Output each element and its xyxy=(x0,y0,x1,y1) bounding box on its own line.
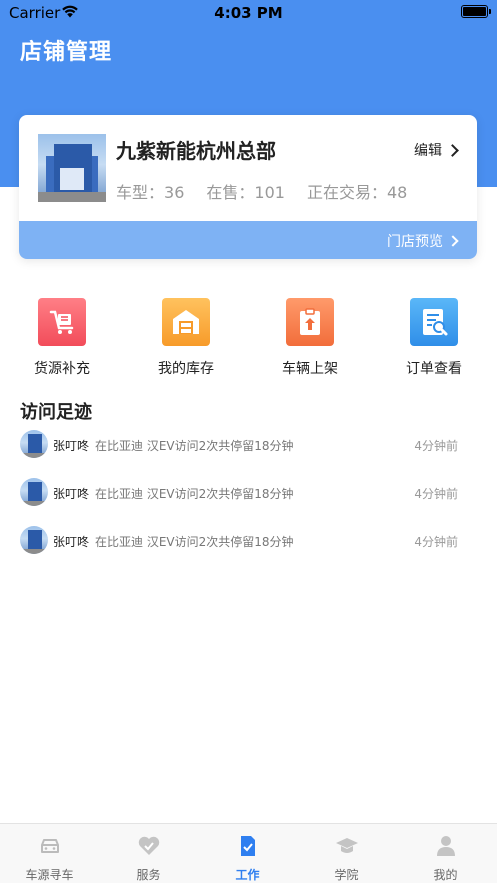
stat-trading: 正在交易：48 xyxy=(306,183,408,202)
tab-label: 车源寻车 xyxy=(25,868,74,882)
battery-icon xyxy=(461,5,491,18)
quick-action-list-vehicle[interactable]: 车辆上架 xyxy=(260,298,360,378)
store-preview-link[interactable]: 门店预览 xyxy=(387,231,459,251)
warehouse-icon xyxy=(162,298,210,346)
quick-action-inventory[interactable]: 我的库存 xyxy=(136,298,236,378)
quick-actions: 货源补充 我的库存 车辆上架 订单查看 xyxy=(0,298,497,382)
tab-service[interactable]: 服务 xyxy=(99,824,198,883)
tab-label: 我的 xyxy=(433,868,458,882)
edit-button[interactable]: 编辑 xyxy=(414,140,459,160)
visitor-name: 张叮咚 xyxy=(53,439,90,453)
status-bar: Carrier 4:03 PM xyxy=(0,0,497,26)
list-item[interactable]: 张叮咚 在比亚迪 汉EV访问2次共停留18分钟 4分钟前 xyxy=(0,428,497,464)
visit-time: 4分钟前 xyxy=(414,439,458,453)
document-search-icon xyxy=(410,298,458,346)
stat-models: 车型：36 xyxy=(116,183,185,202)
quick-action-label: 我的库存 xyxy=(158,361,214,377)
tab-bar: 车源寻车 服务 工作 学院 我的 xyxy=(0,823,497,883)
list-item[interactable]: 张叮咚 在比亚迪 汉EV访问2次共停留18分钟 4分钟前 xyxy=(0,524,497,560)
profile-icon xyxy=(437,836,455,856)
visitor-name: 张叮咚 xyxy=(53,487,90,501)
quick-action-label: 订单查看 xyxy=(406,361,462,377)
quick-action-label: 车辆上架 xyxy=(282,361,338,377)
visit-description: 在比亚迪 汉EV访问2次共停留18分钟 xyxy=(95,439,294,453)
avatar xyxy=(20,478,48,506)
visit-description: 在比亚迪 汉EV访问2次共停留18分钟 xyxy=(95,487,294,501)
tab-profile[interactable]: 我的 xyxy=(396,824,495,883)
visits-title: 访问足迹 xyxy=(20,402,92,423)
visit-time: 4分钟前 xyxy=(414,487,458,501)
tab-work[interactable]: 工作 xyxy=(198,824,297,883)
store-photo xyxy=(38,134,106,202)
tab-car-source[interactable]: 车源寻车 xyxy=(0,824,99,883)
clock: 4:03 PM xyxy=(214,4,283,22)
visit-description: 在比亚迪 汉EV访问2次共停留18分钟 xyxy=(95,535,294,549)
chevron-right-icon xyxy=(446,143,459,157)
service-icon xyxy=(138,836,160,855)
edit-label: 编辑 xyxy=(414,143,442,159)
tab-label: 服务 xyxy=(136,868,161,882)
visitor-name: 张叮咚 xyxy=(53,535,90,549)
list-item[interactable]: 张叮咚 在比亚迪 汉EV访问2次共停留18分钟 4分钟前 xyxy=(0,476,497,512)
quick-action-label: 货源补充 xyxy=(34,361,90,377)
tab-academy[interactable]: 学院 xyxy=(297,824,396,883)
graduation-cap-icon xyxy=(336,838,358,853)
quick-action-restock[interactable]: 货源补充 xyxy=(12,298,112,378)
tab-label: 学院 xyxy=(334,868,359,882)
page-title: 店铺管理 xyxy=(20,40,113,65)
store-stats: 车型：36 在售：101 正在交易：48 xyxy=(116,179,407,203)
avatar xyxy=(20,526,48,554)
store-name: 九紫新能杭州总部 xyxy=(116,139,276,163)
avatar xyxy=(20,430,48,458)
cart-icon xyxy=(38,298,86,346)
store-preview-label: 门店预览 xyxy=(387,234,443,250)
store-card: 九紫新能杭州总部 编辑 车型：36 在售：101 正在交易：48 门店预览 xyxy=(19,115,477,259)
car-icon xyxy=(41,839,59,853)
tab-label: 工作 xyxy=(235,868,260,882)
store-preview-bar[interactable]: 门店预览 xyxy=(19,221,477,259)
stat-on-sale: 在售：101 xyxy=(206,183,285,202)
work-icon xyxy=(241,836,255,856)
quick-action-orders[interactable]: 订单查看 xyxy=(384,298,484,378)
chevron-right-icon xyxy=(447,235,459,247)
visit-time: 4分钟前 xyxy=(414,535,458,549)
upload-clipboard-icon xyxy=(286,298,334,346)
